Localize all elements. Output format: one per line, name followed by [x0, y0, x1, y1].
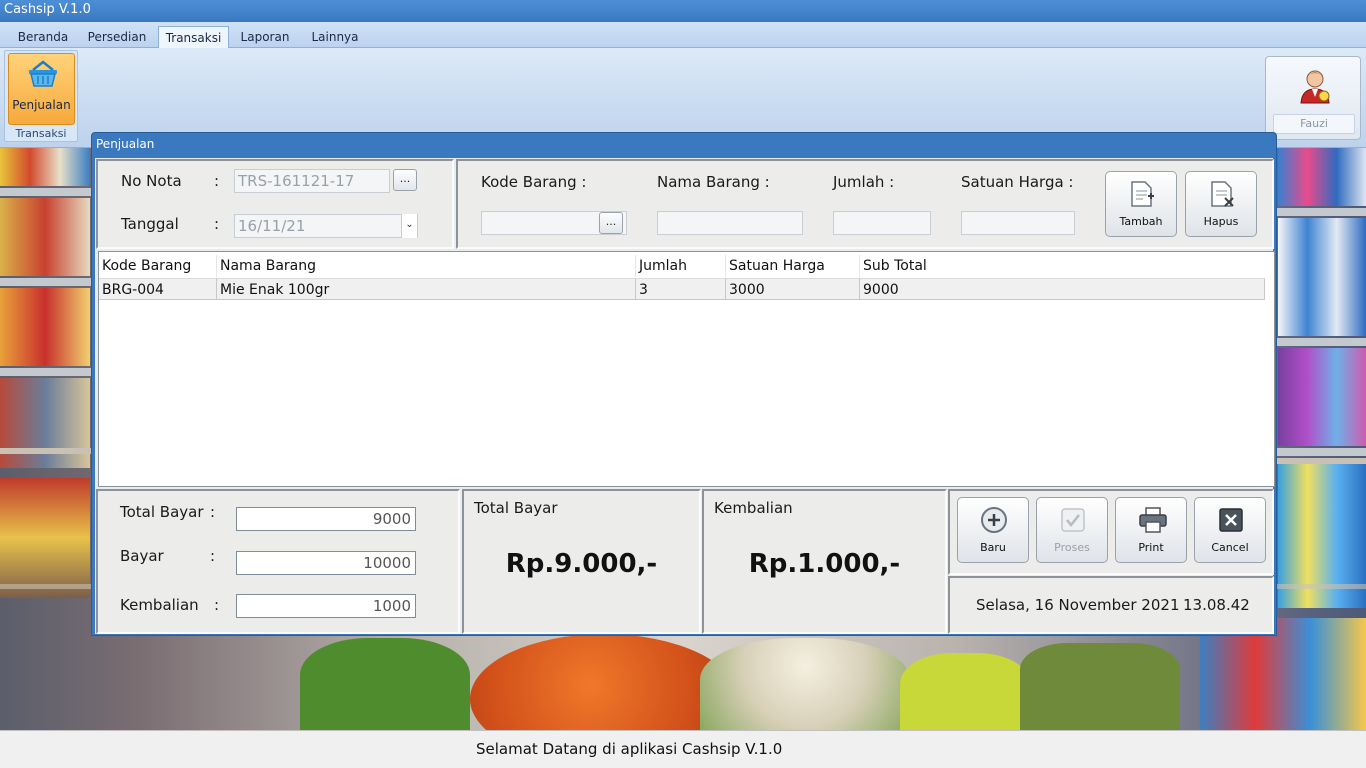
- window-title-bar: Cashsip V.1.0: [0, 0, 1366, 22]
- total-display-caption: Total Bayar: [474, 499, 558, 517]
- satuan-harga-label: Satuan Harga :: [961, 173, 1074, 191]
- kode-barang-label: Kode Barang :: [481, 173, 587, 191]
- tab-lainnya[interactable]: Lainnya: [304, 26, 366, 48]
- total-display-panel: Total Bayar Rp.9.000,-: [462, 489, 701, 634]
- ribbon-group-transaksi: Penjualan Transaksi: [4, 50, 78, 142]
- tanggal-label: Tanggal: [121, 215, 179, 233]
- nota-panel: No Nota : TRS-161121-17 ... Tanggal : 16…: [96, 159, 454, 249]
- penjualan-dialog: Penjualan No Nota : TRS-161121-17 ... Ta…: [91, 132, 1277, 636]
- ribbon-tab-bar: Beranda Persedian Transaksi Laporan Lain…: [0, 22, 1366, 49]
- no-nota-browse-button[interactable]: ...: [393, 169, 417, 191]
- column-header-sub-total[interactable]: Sub Total: [860, 255, 1160, 277]
- kembalian-field[interactable]: 1000: [236, 594, 416, 618]
- current-time: 13.08.42: [1183, 596, 1250, 614]
- add-document-icon: [1131, 181, 1154, 207]
- bayar-colon: :: [210, 547, 216, 565]
- tambah-button[interactable]: Tambah: [1105, 171, 1177, 237]
- jumlah-label: Jumlah :: [833, 173, 895, 191]
- item-entry-panel: Kode Barang : ... Nama Barang : Jumlah :…: [456, 159, 1274, 249]
- penjualan-ribbon-button[interactable]: Penjualan: [8, 53, 75, 125]
- table-cell-sub-total[interactable]: 9000: [860, 278, 1265, 300]
- table-cell-nama-barang[interactable]: Mie Enak 100gr: [217, 278, 636, 300]
- plus-circle-icon: [981, 507, 1007, 533]
- tab-transaksi[interactable]: Transaksi: [158, 26, 229, 49]
- delete-document-icon: [1211, 181, 1234, 207]
- print-button[interactable]: Print: [1115, 497, 1187, 563]
- table-cell-kode-barang[interactable]: BRG-004: [99, 278, 217, 300]
- user-profile-box[interactable]: Fauzi: [1265, 56, 1361, 140]
- baru-label: Baru: [980, 541, 1006, 554]
- column-header-satuan-harga[interactable]: Satuan Harga: [726, 255, 860, 277]
- kembalian-label: Kembalian: [120, 596, 199, 614]
- dialog-body: No Nota : TRS-161121-17 ... Tanggal : 16…: [95, 158, 1275, 634]
- tab-beranda[interactable]: Beranda: [13, 26, 73, 48]
- cancel-label: Cancel: [1211, 541, 1249, 554]
- user-name-field: Fauzi: [1273, 114, 1355, 134]
- bayar-field[interactable]: 10000: [236, 551, 416, 575]
- print-label: Print: [1138, 541, 1164, 554]
- kode-barang-browse-button[interactable]: ...: [599, 212, 623, 234]
- table-cell-satuan-harga[interactable]: 3000: [726, 278, 860, 300]
- tanggal-colon: :: [214, 215, 220, 233]
- satuan-harga-field[interactable]: [961, 211, 1075, 235]
- nama-barang-label: Nama Barang :: [657, 173, 770, 191]
- no-nota-field[interactable]: TRS-161121-17: [234, 169, 390, 193]
- close-icon: [1219, 508, 1243, 532]
- tab-laporan[interactable]: Laporan: [236, 26, 294, 48]
- tab-persedian[interactable]: Persedian: [81, 26, 153, 48]
- proses-button[interactable]: Proses: [1036, 497, 1108, 563]
- dialog-title: Penjualan: [96, 137, 155, 151]
- printer-icon: [1139, 507, 1167, 533]
- check-icon: [1061, 508, 1085, 532]
- datetime-panel: Selasa, 16 November 2021 13.08.42: [948, 576, 1274, 634]
- no-nota-label: No Nota: [121, 172, 182, 190]
- column-header-kode-barang[interactable]: Kode Barang: [99, 255, 217, 277]
- action-panel: Baru Proses Print Cancel: [948, 489, 1274, 575]
- total-display-value: Rp.9.000,-: [505, 549, 658, 579]
- kembalian-display-caption: Kembalian: [714, 499, 793, 517]
- no-nota-colon: :: [214, 172, 220, 190]
- items-table[interactable]: Kode Barang Nama Barang Jumlah Satuan Ha…: [98, 251, 1275, 487]
- kembalian-display-value: Rp.1.000,-: [748, 549, 901, 579]
- status-bar: Selamat Datang di aplikasi Cashsip V.1.0: [0, 730, 1366, 768]
- column-header-jumlah[interactable]: Jumlah: [636, 255, 726, 277]
- kembalian-colon: :: [214, 596, 220, 614]
- total-bayar-label: Total Bayar: [120, 503, 204, 521]
- total-bayar-colon: :: [210, 503, 216, 521]
- baru-button[interactable]: Baru: [957, 497, 1029, 563]
- app-title: Cashsip V.1.0: [4, 2, 91, 17]
- table-cell-jumlah[interactable]: 3: [636, 278, 726, 300]
- hapus-label: Hapus: [1203, 215, 1239, 228]
- jumlah-field[interactable]: [833, 211, 931, 235]
- nama-barang-field[interactable]: [657, 211, 803, 235]
- user-avatar-icon: [1300, 70, 1330, 104]
- proses-label: Proses: [1054, 541, 1090, 554]
- column-header-nama-barang[interactable]: Nama Barang: [217, 255, 636, 277]
- tambah-label: Tambah: [1119, 215, 1163, 228]
- cancel-button[interactable]: Cancel: [1194, 497, 1266, 563]
- status-message: Selamat Datang di aplikasi Cashsip V.1.0: [476, 740, 783, 758]
- ribbon-group-label: Transaksi: [15, 127, 67, 140]
- payment-panel: Total Bayar : 9000 Bayar : 10000 Kembali…: [96, 489, 460, 634]
- penjualan-ribbon-label: Penjualan: [12, 98, 71, 112]
- hapus-button[interactable]: Hapus: [1185, 171, 1257, 237]
- kembalian-display-panel: Kembalian Rp.1.000,-: [702, 489, 947, 634]
- tanggal-date-picker[interactable]: 16/11/21: [234, 214, 418, 238]
- tanggal-value: 16/11/21: [238, 217, 306, 235]
- tanggal-dropdown-chevron-icon[interactable]: ⌄: [401, 214, 417, 238]
- shopping-basket-icon: [29, 60, 57, 87]
- bayar-label: Bayar: [120, 547, 164, 565]
- total-bayar-field[interactable]: 9000: [236, 507, 416, 531]
- current-date: Selasa, 16 November 2021: [976, 596, 1180, 614]
